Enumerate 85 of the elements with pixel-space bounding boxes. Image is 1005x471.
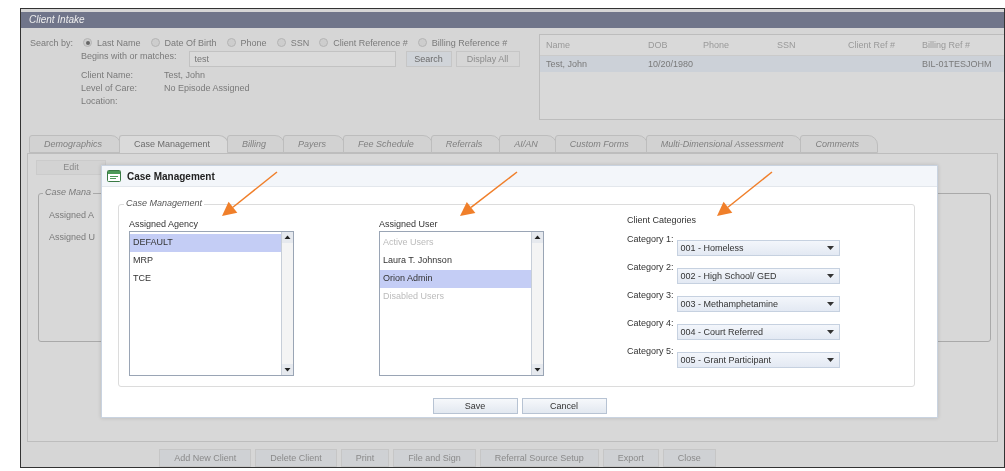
field-label: Category 4: bbox=[627, 318, 674, 328]
dialog-title: Case Management bbox=[127, 170, 215, 182]
info-label: Location: bbox=[81, 95, 119, 106]
dropdown-caret-icon bbox=[826, 246, 834, 250]
column-header: Phone bbox=[703, 39, 731, 50]
scroll-up-icon[interactable] bbox=[282, 232, 293, 243]
table-cell-text: Test, John bbox=[546, 58, 589, 69]
arrow bbox=[717, 171, 773, 216]
tab[interactable]: Referrals bbox=[430, 134, 502, 153]
radio-option[interactable]: Billing Reference # bbox=[417, 37, 508, 48]
radio-option[interactable]: Client Reference # bbox=[319, 37, 408, 48]
footer-button[interactable]: Print bbox=[340, 449, 390, 467]
tab[interactable]: Case Management bbox=[119, 134, 230, 153]
footer-button[interactable]: Close bbox=[662, 449, 716, 467]
radio-option[interactable]: Phone bbox=[226, 37, 267, 48]
section-title: Client Categories bbox=[627, 215, 698, 225]
tab[interactable]: Comments bbox=[800, 134, 878, 153]
field-label: Assigned A bbox=[49, 209, 95, 220]
field-label: Category 5: bbox=[627, 346, 674, 356]
info-label: Level of Care: bbox=[81, 82, 139, 93]
search-by-label: Search by: bbox=[30, 37, 74, 48]
arrow bbox=[222, 171, 278, 216]
radio-option[interactable]: Date Of Birth bbox=[150, 37, 217, 48]
footer-button[interactable]: File and Sign bbox=[393, 449, 476, 467]
column-header: Name bbox=[546, 39, 571, 50]
group-title: Case Mana bbox=[43, 186, 94, 197]
field-label: Assigned Agency bbox=[129, 219, 199, 229]
tab[interactable]: Fee Schedule bbox=[343, 134, 433, 153]
tab[interactable]: Payers bbox=[283, 134, 346, 153]
group-title: Case Management bbox=[124, 198, 205, 208]
footer-button[interactable]: Add New Client bbox=[159, 449, 252, 467]
footer-button[interactable]: Delete Client bbox=[255, 449, 337, 467]
scroll-down-icon[interactable] bbox=[532, 364, 543, 375]
search-button[interactable]: Search bbox=[405, 50, 452, 67]
scrollbar[interactable] bbox=[281, 232, 293, 375]
save-button[interactable]: Save bbox=[432, 398, 518, 414]
scroll-down-icon[interactable] bbox=[282, 364, 293, 375]
radio-option[interactable]: SSN bbox=[276, 37, 310, 48]
list-item[interactable]: DEFAULT bbox=[130, 234, 281, 252]
dropdown-caret-icon bbox=[826, 274, 834, 278]
column-header: DOB bbox=[648, 39, 669, 50]
match-label: Begins with or matches: bbox=[81, 50, 177, 61]
scroll-up-icon[interactable] bbox=[532, 232, 543, 243]
tab[interactable]: AI/AN bbox=[499, 134, 557, 153]
edit-button[interactable]: Edit bbox=[36, 159, 106, 175]
dropdown-caret-icon bbox=[826, 330, 834, 334]
footer-button[interactable]: Referral Source Setup bbox=[479, 449, 599, 467]
tab[interactable]: Billing bbox=[227, 134, 286, 153]
list-box[interactable]: Active Users Laura T. Johnson Orion Admin Disabled Users bbox=[379, 231, 544, 376]
field-label: Category 2: bbox=[627, 262, 674, 272]
category-dropdown[interactable]: 003 - Methamphetamine bbox=[676, 296, 840, 312]
info-label: Client Name: bbox=[81, 69, 135, 80]
list-group-header: Disabled Users bbox=[382, 290, 446, 303]
dropdown-caret-icon bbox=[826, 302, 834, 306]
window-icon bbox=[107, 170, 121, 182]
category-dropdown[interactable]: 002 - High School/ GED bbox=[676, 268, 840, 284]
tab[interactable]: Multi-Dimensional Assessment bbox=[645, 134, 803, 153]
list-item[interactable]: Orion Admin bbox=[380, 270, 531, 288]
info-value: Test, John bbox=[164, 69, 206, 80]
cancel-button[interactable]: Cancel bbox=[521, 398, 607, 414]
field-label: Category 1: bbox=[627, 234, 674, 244]
footer-button[interactable]: Export bbox=[602, 449, 659, 467]
tab[interactable]: Demographics bbox=[29, 134, 122, 153]
field-label: Assigned U bbox=[49, 231, 96, 242]
search-field[interactable]: test bbox=[188, 50, 396, 67]
radio-option[interactable]: Last Name bbox=[83, 37, 141, 48]
arrow bbox=[460, 171, 518, 216]
scrollbar[interactable] bbox=[531, 232, 543, 375]
field-label: Assigned User bbox=[379, 219, 438, 229]
tab[interactable]: Custom Forms bbox=[554, 134, 648, 153]
dropdown-caret-icon bbox=[826, 358, 834, 362]
info-value: No Episode Assigned bbox=[164, 82, 250, 93]
category-dropdown[interactable]: 005 - Grant Participant bbox=[676, 352, 840, 368]
table-cell-text: 10/20/1980 bbox=[648, 58, 695, 69]
list-item[interactable]: Laura T. Johnson bbox=[380, 252, 531, 270]
list-item[interactable]: TCE bbox=[130, 270, 281, 288]
list-group-header: Active Users bbox=[382, 236, 435, 249]
category-dropdown[interactable]: 004 - Court Referred bbox=[676, 324, 840, 340]
column-header: SSN bbox=[777, 39, 797, 50]
field-label: Category 3: bbox=[627, 290, 674, 300]
category-dropdown[interactable]: 001 - Homeless bbox=[676, 240, 840, 256]
list-item[interactable]: MRP bbox=[130, 252, 281, 270]
window-title: Client Intake bbox=[21, 12, 1004, 28]
table-cell-text: BIL-01TESJOHM bbox=[922, 58, 993, 69]
list-box[interactable]: DEFAULT MRP TCE bbox=[129, 231, 294, 376]
